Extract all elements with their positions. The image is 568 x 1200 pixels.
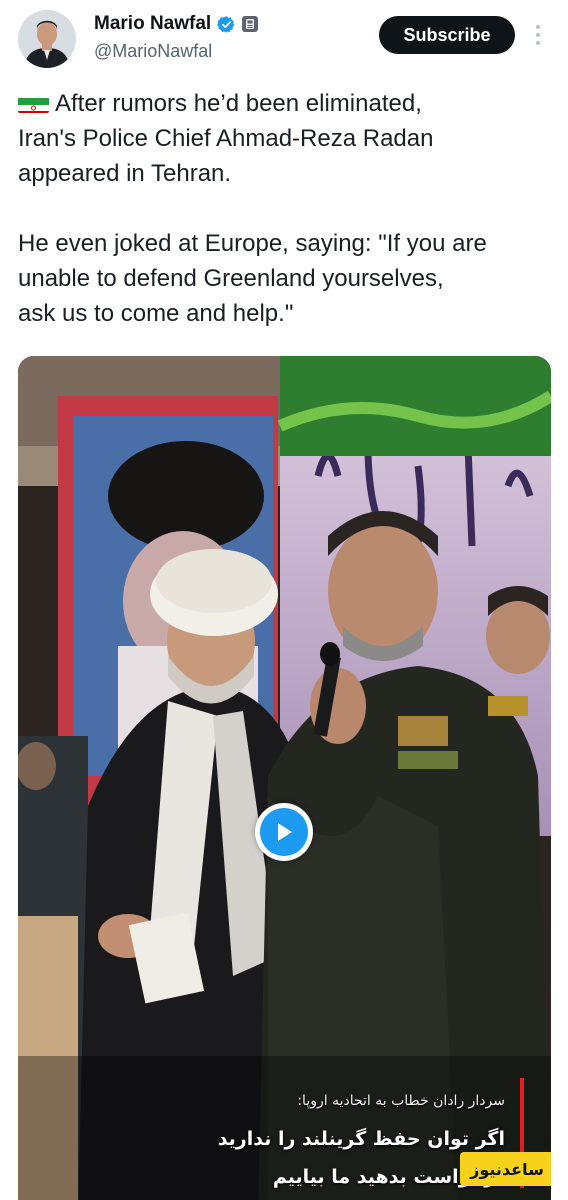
watermark-logo: ساعدنیوز xyxy=(460,1152,551,1186)
tweet-header: Mario Nawfal @MarioNawfal Subscribe xyxy=(0,0,568,80)
handle[interactable]: @MarioNawfal xyxy=(94,41,212,62)
name-row: Mario Nawfal xyxy=(94,13,259,35)
tweet-line: ask us to come and help." xyxy=(18,300,294,327)
tweet-line: Iran's Police Chief Ahmad-Reza Radan xyxy=(18,125,434,152)
tweet-line: He even joked at Europe, saying: "If you… xyxy=(18,230,487,257)
tweet-line: After rumors he’d been eliminated, xyxy=(18,86,554,121)
video-thumbnail xyxy=(18,356,551,1200)
more-vertical-icon[interactable] xyxy=(530,22,546,48)
video-caption-line: اگر توان حفظ گرینلند را ندارید xyxy=(217,1128,505,1150)
tweet-line-text: After rumors he’d been eliminated, xyxy=(55,90,422,117)
video-player[interactable]: سردار رادان خطاب به اتحادیه اروپا: اگر ت… xyxy=(18,356,551,1200)
subscribe-button[interactable]: Subscribe xyxy=(379,16,515,54)
verified-badge-icon xyxy=(217,15,236,34)
tweet-card: Mario Nawfal @MarioNawfal Subscribe Afte… xyxy=(0,0,568,1200)
play-button[interactable] xyxy=(255,803,313,861)
tweet-text: After rumors he’d been eliminated, Iran'… xyxy=(18,86,554,331)
avatar[interactable] xyxy=(18,10,76,68)
display-name[interactable]: Mario Nawfal xyxy=(94,13,211,35)
iran-flag-icon xyxy=(18,93,49,113)
video-caption-top: سردار رادان خطاب به اتحادیه اروپا: xyxy=(297,1093,505,1109)
tweet-line: unable to defend Greenland yourselves, xyxy=(18,265,444,292)
affiliate-badge-icon xyxy=(242,16,259,32)
tweet-line: appeared in Tehran. xyxy=(18,160,232,187)
play-icon xyxy=(260,808,308,856)
